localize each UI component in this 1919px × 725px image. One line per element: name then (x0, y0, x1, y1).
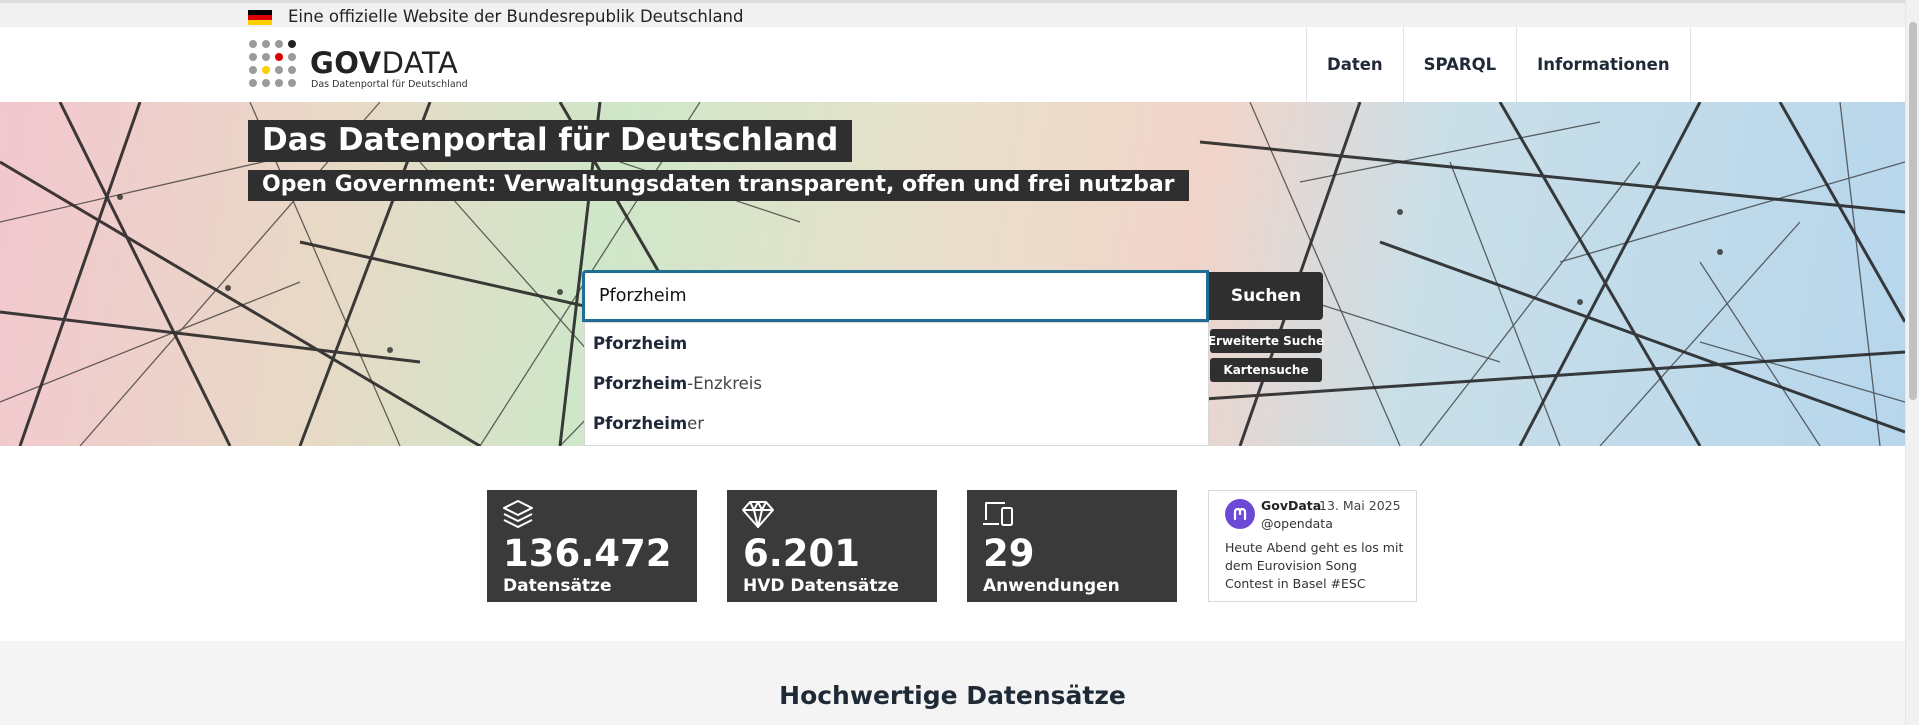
stat-number: 6.201 (743, 532, 861, 575)
post-author-name: GovData (1261, 498, 1322, 513)
section-title: Hochwertige Datensätze (779, 681, 1126, 710)
search-button[interactable]: Suchen (1209, 272, 1323, 320)
hero-subtitle: Open Government: Verwaltungsdaten transp… (248, 170, 1189, 201)
search-input[interactable] (582, 270, 1209, 322)
logo-wordmark: GOVDATA (310, 46, 458, 80)
stat-number: 136.472 (503, 532, 672, 575)
advanced-search-button[interactable]: Erweiterte Suche (1208, 329, 1324, 353)
mastodon-post-card[interactable]: GovData 13. Mai 2025 @opendata Heute Abe… (1208, 490, 1417, 602)
official-website-bar: Eine offizielle Website der Bundesrepubl… (0, 0, 1905, 27)
logo-word-regular: DATA (381, 46, 459, 80)
suggestion-match: Pforzheim (593, 333, 688, 353)
nav-item-sparql[interactable]: SPARQL (1404, 27, 1518, 102)
high-value-datasets-section: Hochwertige Datensätze (0, 641, 1905, 725)
stat-label: Datensätze (503, 576, 612, 596)
suggestion-item[interactable]: Pforzheim er (585, 403, 1208, 443)
layers-icon (503, 500, 533, 528)
page-scrollbar[interactable] (1905, 0, 1919, 725)
hero-banner: Das Datenportal für Deutschland Open Gov… (0, 102, 1905, 446)
site-header: GOVDATA Das Datenportal für Deutschland … (0, 27, 1905, 102)
official-website-text: Eine offizielle Website der Bundesrepubl… (288, 7, 744, 26)
logo-word-bold: GOV (310, 46, 382, 80)
scrollbar-thumb[interactable] (1909, 22, 1917, 400)
map-search-button[interactable]: Kartensuche (1210, 358, 1322, 382)
stat-applications[interactable]: 29 Anwendungen (967, 490, 1177, 602)
stats-section: 136.472 Datensätze 6.201 HVD Datensätze … (0, 446, 1905, 641)
nav-item-informationen[interactable]: Informationen (1517, 27, 1691, 102)
post-date: 13. Mai 2025 (1319, 498, 1401, 513)
suggestion-rest: er (687, 413, 705, 433)
mastodon-icon (1225, 499, 1255, 529)
suggestion-item[interactable]: Pforzheim (585, 323, 1208, 363)
stat-number: 29 (983, 532, 1035, 575)
post-author-handle: @opendata (1261, 516, 1333, 531)
devices-icon (983, 502, 1013, 526)
logo-subtitle: Das Datenportal für Deutschland (311, 79, 468, 90)
stat-datasets[interactable]: 136.472 Datensätze (487, 490, 697, 602)
nav-item-daten[interactable]: Daten (1307, 27, 1404, 102)
post-text: Heute Abend geht es los mit dem Eurovisi… (1225, 540, 1404, 595)
suggestion-match: Pforzheim (593, 413, 688, 433)
suggestion-item[interactable]: Pforzheim -Enzkreis (585, 363, 1208, 403)
hero-title: Das Datenportal für Deutschland (248, 120, 853, 162)
stat-hvd-datasets[interactable]: 6.201 HVD Datensätze (727, 490, 937, 602)
suggestion-match: Pforzheim (593, 373, 688, 393)
german-flag-icon (248, 10, 272, 25)
govdata-logo[interactable]: GOVDATA Das Datenportal für Deutschland (248, 39, 468, 91)
diamond-icon (742, 501, 774, 528)
search-suggestions-dropdown: Pforzheim Pforzheim -Enzkreis Pforzheim er (584, 322, 1209, 446)
logo-dots-icon (249, 40, 296, 87)
main-nav: Daten SPARQL Informationen (1306, 27, 1691, 102)
stat-label: Anwendungen (983, 576, 1120, 596)
stat-label: HVD Datensätze (743, 576, 899, 596)
suggestion-rest: -Enzkreis (687, 373, 762, 393)
